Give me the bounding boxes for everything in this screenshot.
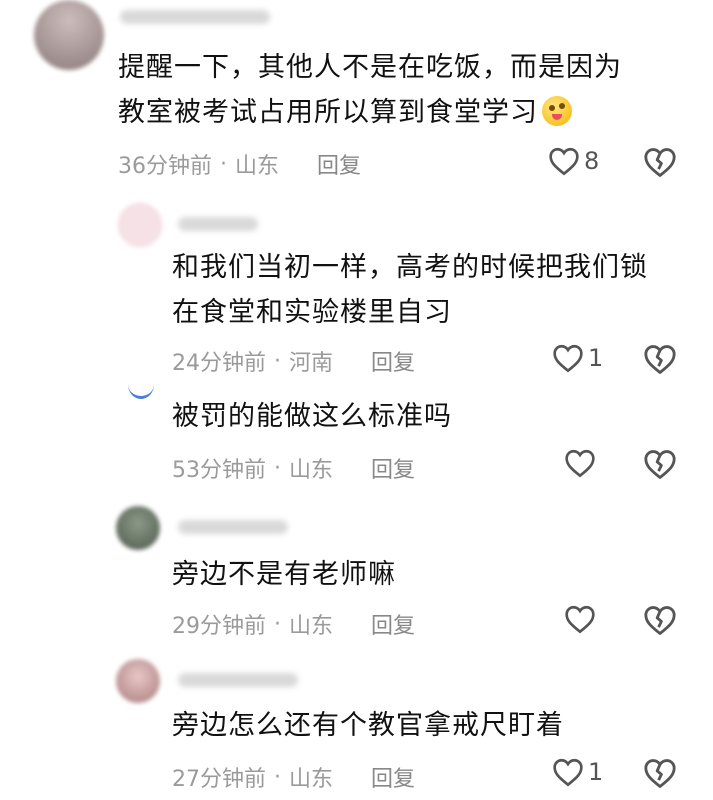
- meta-separator: ·: [274, 455, 281, 481]
- reply-button[interactable]: 回复: [371, 452, 415, 484]
- comment-meta: 27分钟前 · 山东 回复: [172, 761, 415, 793]
- avatar[interactable]: [116, 506, 160, 550]
- heart-outline-icon: [549, 147, 579, 176]
- comment-meta: 36分钟前 · 山东 回复: [118, 148, 361, 180]
- like-button[interactable]: [564, 604, 600, 634]
- grinning-tongue-emoji-icon: [542, 96, 572, 126]
- comment-time: 24分钟前: [172, 351, 266, 376]
- reply-button[interactable]: 回复: [371, 608, 415, 640]
- meta-separator: ·: [274, 764, 281, 790]
- comment-text-line: 旁边不是有老师嘛: [172, 559, 396, 590]
- like-button[interactable]: [564, 448, 600, 478]
- comment-location: 山东: [289, 458, 334, 483]
- username-blurred[interactable]: [120, 10, 270, 24]
- comment-text-line: 提醒一下，其他人不是在吃饭，而是因为: [118, 52, 622, 83]
- broken-heart-icon[interactable]: [643, 757, 677, 789]
- heart-outline-icon: [565, 605, 595, 634]
- heart-outline-icon: [565, 449, 595, 478]
- comment-text-line: 被罚的能做这么标准吗: [172, 401, 452, 432]
- like-button[interactable]: 8: [548, 146, 599, 176]
- username-blurred[interactable]: [178, 520, 288, 534]
- reply-item: 被罚的能做这么标准吗 53分钟前 · 山东 回复: [0, 370, 713, 490]
- like-count: 1: [588, 758, 604, 786]
- avatar[interactable]: [34, 0, 104, 70]
- reply-button[interactable]: 回复: [371, 345, 415, 377]
- broken-heart-icon[interactable]: [643, 448, 677, 480]
- avatar[interactable]: [116, 659, 160, 703]
- comment-text-line: 教室被考试占用所以算到食堂学习: [118, 90, 572, 135]
- comment-item: 提醒一下，其他人不是在吃饭，而是因为 教室被考试占用所以算到食堂学习 36分钟前…: [0, 0, 713, 190]
- meta-separator: ·: [220, 151, 227, 177]
- avatar[interactable]: [128, 370, 154, 399]
- comment-time: 36分钟前: [118, 154, 212, 179]
- like-button[interactable]: 1: [552, 343, 603, 373]
- reply-button[interactable]: 回复: [317, 148, 361, 180]
- heart-outline-icon: [553, 344, 583, 373]
- comment-location: 山东: [289, 614, 334, 639]
- comment-text-line: 在食堂和实验楼里自习: [172, 297, 452, 328]
- broken-heart-icon[interactable]: [643, 146, 677, 178]
- reply-button[interactable]: 回复: [371, 761, 415, 793]
- like-count: 1: [588, 344, 604, 372]
- comment-time: 53分钟前: [172, 458, 266, 483]
- reply-item: 和我们当初一样，高考的时候把我们锁 在食堂和实验楼里自习 24分钟前 · 河南 …: [0, 195, 713, 385]
- username-blurred[interactable]: [178, 217, 258, 231]
- comment-time: 29分钟前: [172, 614, 266, 639]
- meta-separator: ·: [274, 348, 281, 374]
- reply-item: 旁边不是有老师嘛 29分钟前 · 山东 回复: [0, 500, 713, 650]
- avatar[interactable]: [118, 203, 162, 247]
- comment-location: 山东: [235, 154, 280, 179]
- comment-text-line: 和我们当初一样，高考的时候把我们锁: [172, 252, 648, 283]
- reply-item: 旁边怎么还有个教官拿戒尺盯着 27分钟前 · 山东 回复 1: [0, 655, 713, 800]
- like-button[interactable]: 1: [552, 757, 603, 787]
- username-blurred[interactable]: [178, 673, 298, 687]
- broken-heart-icon[interactable]: [643, 343, 677, 375]
- comment-location: 山东: [289, 767, 334, 792]
- comment-text-line: 旁边怎么还有个教官拿戒尺盯着: [172, 710, 564, 741]
- comment-meta: 24分钟前 · 河南 回复: [172, 345, 415, 377]
- meta-separator: ·: [274, 611, 281, 637]
- like-count: 8: [584, 147, 600, 175]
- comment-text-line-content: 教室被考试占用所以算到食堂学习: [118, 97, 538, 128]
- comment-time: 27分钟前: [172, 767, 266, 792]
- comment-meta: 29分钟前 · 山东 回复: [172, 608, 415, 640]
- comment-meta: 53分钟前 · 山东 回复: [172, 452, 415, 484]
- heart-outline-icon: [553, 758, 583, 787]
- comment-location: 河南: [289, 351, 334, 376]
- broken-heart-icon[interactable]: [643, 604, 677, 636]
